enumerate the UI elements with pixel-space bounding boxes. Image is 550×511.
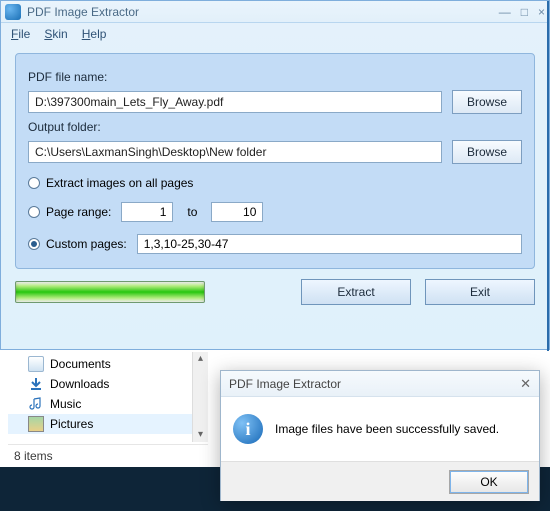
browse-pdf-button[interactable]: Browse <box>452 90 522 114</box>
maximize-button[interactable]: □ <box>521 5 528 19</box>
app-icon <box>5 4 21 20</box>
extract-button[interactable]: Extract <box>301 279 411 305</box>
menu-bar: File Skin Help <box>1 23 549 45</box>
msgbox-title-bar: PDF Image Extractor ✕ <box>221 371 539 397</box>
radio-page-range-label: Page range: <box>46 205 111 219</box>
pdf-file-input[interactable] <box>28 91 442 113</box>
output-folder-input[interactable] <box>28 141 442 163</box>
output-folder-label: Output folder: <box>28 120 522 134</box>
explorer-item-music[interactable]: Music <box>8 394 208 414</box>
message-box: PDF Image Extractor ✕ i Image files have… <box>220 370 540 501</box>
radio-page-range[interactable] <box>28 206 40 218</box>
explorer-status: 8 items <box>8 444 208 466</box>
browse-output-button[interactable]: Browse <box>452 140 522 164</box>
explorer-item-pictures[interactable]: Pictures <box>8 414 208 434</box>
bottom-bar: Extract Exit <box>1 269 549 315</box>
exit-button[interactable]: Exit <box>425 279 535 305</box>
info-icon: i <box>233 414 263 444</box>
radio-custom-pages-label: Custom pages: <box>46 237 127 251</box>
msgbox-text: Image files have been successfully saved… <box>275 422 499 436</box>
scrollbar[interactable]: ▴ ▾ <box>192 352 208 442</box>
window-border <box>547 1 549 351</box>
ok-button[interactable]: OK <box>449 470 529 494</box>
explorer-item-label: Pictures <box>50 417 93 431</box>
msgbox-title: PDF Image Extractor <box>229 377 341 391</box>
scroll-up-icon[interactable]: ▴ <box>194 352 208 366</box>
menu-skin[interactable]: Skin <box>44 27 67 41</box>
explorer-item-label: Documents <box>50 357 111 371</box>
main-window: PDF Image Extractor — □ × File Skin Help… <box>0 0 550 350</box>
msgbox-close-button[interactable]: ✕ <box>520 376 531 392</box>
menu-file[interactable]: File <box>11 27 30 41</box>
pictures-icon <box>28 416 44 432</box>
range-to-label: to <box>187 205 197 219</box>
explorer-item-label: Music <box>50 397 81 411</box>
custom-pages-input[interactable] <box>137 234 522 254</box>
menu-help[interactable]: Help <box>82 27 107 41</box>
radio-all-pages-label: Extract images on all pages <box>46 176 193 190</box>
close-button[interactable]: × <box>538 5 545 19</box>
title-bar: PDF Image Extractor — □ × <box>1 1 549 23</box>
radio-custom-pages[interactable] <box>28 238 40 250</box>
system-buttons: — □ × <box>499 5 545 19</box>
progress-bar <box>15 281 205 303</box>
msgbox-body: i Image files have been successfully sav… <box>221 397 539 461</box>
documents-icon <box>28 356 44 372</box>
scroll-down-icon[interactable]: ▾ <box>194 428 208 442</box>
music-icon <box>28 396 44 412</box>
minimize-button[interactable]: — <box>499 5 511 19</box>
msgbox-footer: OK <box>221 461 539 501</box>
window-title: PDF Image Extractor <box>27 5 499 19</box>
explorer-item-documents[interactable]: Documents <box>8 354 208 374</box>
range-to-input[interactable] <box>211 202 263 222</box>
range-from-input[interactable] <box>121 202 173 222</box>
radio-all-pages[interactable] <box>28 177 40 189</box>
downloads-icon <box>28 376 44 392</box>
explorer-item-downloads[interactable]: Downloads <box>8 374 208 394</box>
pdf-file-label: PDF file name: <box>28 70 522 84</box>
settings-panel: PDF file name: Browse Output folder: Bro… <box>15 53 535 269</box>
explorer-item-label: Downloads <box>50 377 109 391</box>
